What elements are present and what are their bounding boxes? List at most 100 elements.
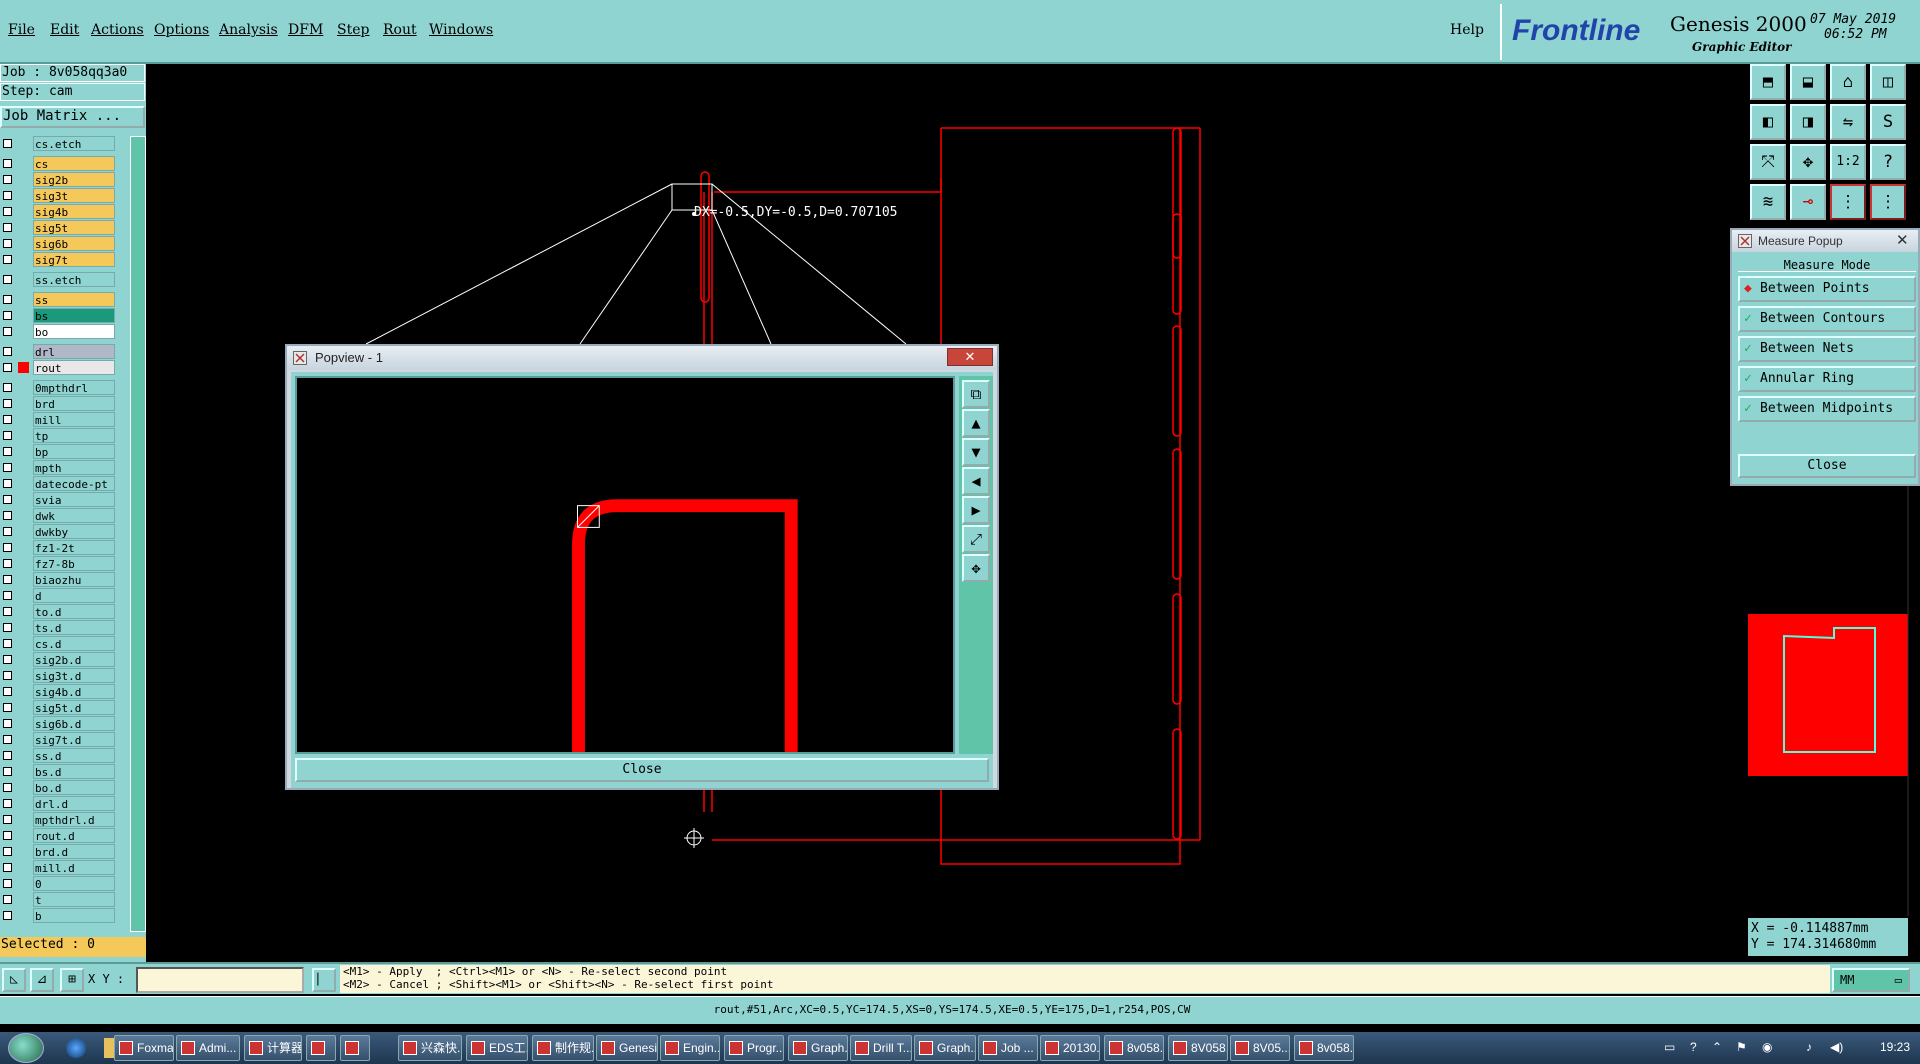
layer-checkbox[interactable]: [3, 735, 12, 744]
layer-checkbox[interactable]: [3, 311, 12, 320]
layer-checkbox[interactable]: [3, 347, 12, 356]
layer-row[interactable]: mpthdrl.d: [0, 812, 118, 827]
layer-row[interactable]: bo: [0, 324, 118, 339]
taskbar-task[interactable]: 8v058...: [1104, 1035, 1164, 1061]
layer-checkbox[interactable]: [3, 511, 12, 520]
layer-row[interactable]: biaozhu: [0, 572, 118, 587]
layer-name[interactable]: svia: [33, 492, 115, 507]
layer-checkbox[interactable]: [3, 431, 12, 440]
layer-name[interactable]: sig7t: [33, 252, 115, 267]
taskbar-task[interactable]: EDS工...: [466, 1035, 528, 1061]
taskbar-task[interactable]: Admi...: [176, 1035, 240, 1061]
measure-active-2-icon[interactable]: ⋮: [1870, 184, 1906, 220]
layer-row[interactable]: sig7t.d: [0, 732, 118, 747]
layer-checkbox[interactable]: [3, 159, 12, 168]
menu-rout[interactable]: Rout: [383, 22, 417, 38]
measure-option[interactable]: ✓ Between Contours: [1738, 306, 1916, 332]
layer-checkbox[interactable]: [3, 463, 12, 472]
layer-checkbox[interactable]: [3, 687, 12, 696]
layer-name[interactable]: mill: [33, 412, 115, 427]
layer-row[interactable]: bp: [0, 444, 118, 459]
measure-option[interactable]: ✓ Between Nets: [1738, 336, 1916, 362]
layer-checkbox[interactable]: [3, 639, 12, 648]
layer-row[interactable]: ss: [0, 292, 118, 307]
layer-row[interactable]: tp: [0, 428, 118, 443]
layer-name[interactable]: cs.etch: [33, 136, 115, 151]
layer-name[interactable]: dwkby: [33, 524, 115, 539]
layer-name[interactable]: fz1-2t: [33, 540, 115, 555]
pan-up-icon[interactable]: ⬒: [1750, 64, 1786, 100]
layer-row[interactable]: sig4b: [0, 204, 118, 219]
layer-row[interactable]: rout.d: [0, 828, 118, 843]
taskbar-task[interactable]: 计算器: [244, 1035, 302, 1061]
zoom-1to2-icon[interactable]: 1:2: [1830, 144, 1866, 180]
layer-row[interactable]: 0mpthdrl: [0, 380, 118, 395]
menu-windows[interactable]: Windows: [429, 22, 493, 38]
layer-row[interactable]: sig3t: [0, 188, 118, 203]
layer-name[interactable]: to.d: [33, 604, 115, 619]
input-toggle-icon[interactable]: ⎸: [312, 968, 336, 992]
snap-icon[interactable]: S: [1870, 104, 1906, 140]
layer-checkbox[interactable]: [3, 895, 12, 904]
layer-name[interactable]: fz7-8b: [33, 556, 115, 571]
layer-row[interactable]: sig5t: [0, 220, 118, 235]
layer-checkbox[interactable]: [3, 527, 12, 536]
layer-name[interactable]: 0mpthdrl: [33, 380, 115, 395]
layer-row[interactable]: mpth: [0, 460, 118, 475]
popview-canvas[interactable]: [295, 376, 955, 754]
layer-name[interactable]: mpth: [33, 460, 115, 475]
layer-checkbox[interactable]: [3, 191, 12, 200]
pv-zoom-window-icon[interactable]: ⧉: [962, 380, 990, 408]
layer-checkbox[interactable]: [3, 223, 12, 232]
pv-zoom-fit-icon[interactable]: ⤢: [962, 525, 990, 553]
measure-option[interactable]: ✓ Annular Ring: [1738, 366, 1916, 392]
layer-checkbox[interactable]: [3, 543, 12, 552]
taskbar-task[interactable]: 8v058...: [1294, 1035, 1354, 1061]
layout-icon[interactable]: ◫: [1870, 64, 1906, 100]
popview-close-button[interactable]: Close: [295, 758, 989, 782]
layer-name[interactable]: ts.d: [33, 620, 115, 635]
layer-checkbox[interactable]: [3, 671, 12, 680]
menu-edit[interactable]: Edit: [50, 22, 79, 38]
layer-row[interactable]: rout: [0, 360, 118, 375]
layer-row[interactable]: sig4b.d: [0, 684, 118, 699]
layer-checkbox[interactable]: [3, 479, 12, 488]
layer-row[interactable]: fz1-2t: [0, 540, 118, 555]
layer-row[interactable]: to.d: [0, 604, 118, 619]
tray-arrow-icon[interactable]: ⌃: [1712, 1040, 1722, 1054]
layer-name[interactable]: sig2b: [33, 172, 115, 187]
pan-right-icon[interactable]: ◨: [1790, 104, 1826, 140]
layer-name[interactable]: bp: [33, 444, 115, 459]
layer-row[interactable]: bo.d: [0, 780, 118, 795]
layer-checkbox[interactable]: [3, 495, 12, 504]
layer-name[interactable]: rout.d: [33, 828, 115, 843]
layer-list-scrollbar[interactable]: [130, 136, 146, 932]
taskbar-task[interactable]: Genesis: [596, 1035, 658, 1061]
measure-active-icon[interactable]: ⋮: [1830, 184, 1866, 220]
pv-zoom-home-icon[interactable]: ✥: [962, 554, 990, 582]
layer-name[interactable]: 0: [33, 876, 115, 891]
layer-row[interactable]: sig2b: [0, 172, 118, 187]
layer-name[interactable]: sig2b.d: [33, 652, 115, 667]
pan-down-icon[interactable]: ⬓: [1790, 64, 1826, 100]
layer-checkbox[interactable]: [3, 255, 12, 264]
layer-name[interactable]: d: [33, 588, 115, 603]
layer-name[interactable]: sig6b: [33, 236, 115, 251]
layer-name[interactable]: bo.d: [33, 780, 115, 795]
layer-name[interactable]: brd.d: [33, 844, 115, 859]
layer-name[interactable]: ss.etch: [33, 272, 115, 287]
layer-row[interactable]: 0: [0, 876, 118, 891]
layer-checkbox[interactable]: [3, 719, 12, 728]
layer-checkbox[interactable]: [3, 559, 12, 568]
layer-checkbox[interactable]: [3, 239, 12, 248]
layer-checkbox[interactable]: [3, 447, 12, 456]
units-button[interactable]: MM ▭: [1832, 968, 1910, 992]
layer-checkbox[interactable]: [3, 575, 12, 584]
layer-name[interactable]: sig7t.d: [33, 732, 115, 747]
layer-checkbox[interactable]: [3, 275, 12, 284]
clear-icon[interactable]: ≋: [1750, 184, 1786, 220]
overview-minimap[interactable]: [1748, 486, 1920, 916]
layer-row[interactable]: mill.d: [0, 860, 118, 875]
job-matrix-button[interactable]: Job Matrix ...: [0, 106, 145, 128]
layer-row[interactable]: fz7-8b: [0, 556, 118, 571]
